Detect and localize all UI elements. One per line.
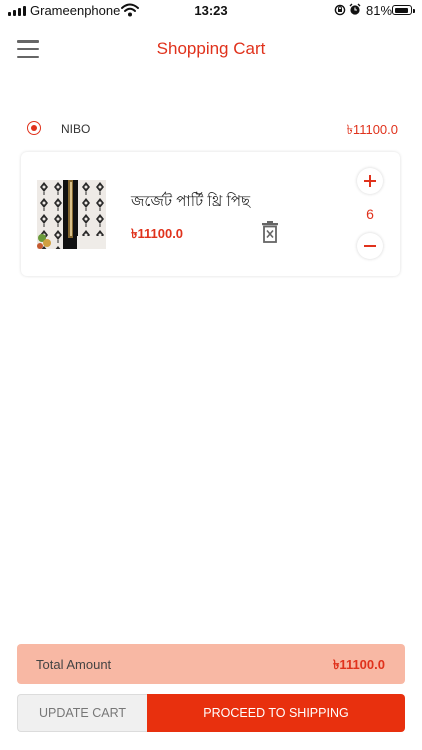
battery-icon bbox=[392, 5, 415, 15]
product-price: ৳11100.0 bbox=[131, 226, 184, 241]
battery-fill bbox=[394, 7, 408, 13]
rotation-lock-icon bbox=[334, 4, 346, 16]
page-title: Shopping Cart bbox=[156, 39, 266, 58]
product-name: জর্জেট পার্টি থ্রি পিছ bbox=[131, 193, 251, 210]
minus-icon bbox=[364, 245, 376, 247]
total-amount-label: Total Amount bbox=[36, 657, 112, 672]
decrease-quantity-button[interactable] bbox=[357, 233, 383, 259]
seller-radio-button[interactable] bbox=[27, 121, 41, 135]
total-amount-value: ৳11100.0 bbox=[332, 657, 385, 672]
alarm-icon bbox=[349, 3, 361, 15]
trash-icon[interactable] bbox=[261, 221, 279, 243]
proceed-to-shipping-button[interactable]: PROCEED TO SHIPPING bbox=[147, 694, 405, 732]
increase-quantity-button[interactable] bbox=[357, 168, 383, 194]
cart-item: জর্জেট পার্টি থ্রি পিছ ৳11100.0 6 bbox=[21, 152, 400, 276]
seller-name: NIBO bbox=[61, 122, 91, 136]
seller-row[interactable]: NIBO ৳11100.0 bbox=[27, 118, 399, 140]
seller-total: ৳11100.0 bbox=[346, 122, 398, 137]
update-cart-button[interactable]: UPDATE CART bbox=[17, 694, 147, 732]
battery-percent: 81% bbox=[366, 3, 393, 18]
total-amount-bar: Total Amount ৳11100.0 bbox=[17, 644, 405, 684]
quantity-value: 6 bbox=[366, 206, 374, 222]
product-thumbnail[interactable] bbox=[37, 180, 106, 249]
status-bar: Grameenphone 13:23 81% bbox=[0, 0, 422, 22]
